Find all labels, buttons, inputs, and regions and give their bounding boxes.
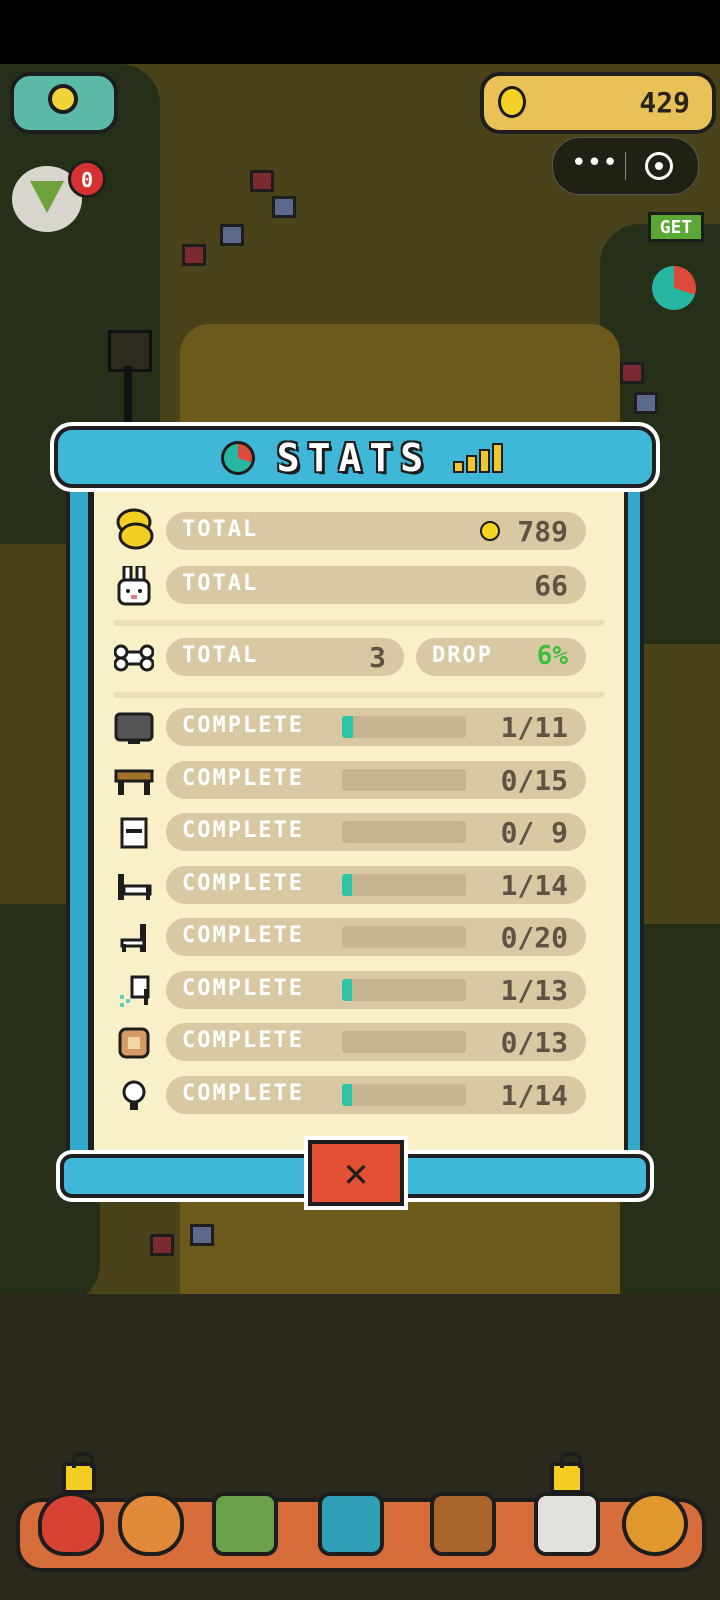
collection-row: COMPLETE 1/11: [114, 708, 604, 748]
shiba-icon: [118, 1492, 184, 1556]
drop-rate-pill: DROP 6%: [416, 638, 586, 676]
complete-label: COMPLETE: [182, 975, 304, 1001]
rabbit-icon: [114, 564, 154, 606]
tv-icon: [114, 712, 154, 744]
total-rabbits-row: TOTAL 66: [114, 564, 604, 606]
drop-rate-value: 6%: [536, 641, 568, 671]
shield-icon: [30, 181, 64, 213]
cabinet-icon: [114, 817, 154, 849]
collection-row: COMPLETE 0/20: [114, 918, 604, 958]
complete-count: 1/14: [500, 1078, 568, 1112]
complete-label: COMPLETE: [182, 1080, 304, 1106]
progress-bar: [342, 821, 466, 843]
box-tab[interactable]: [528, 1452, 606, 1566]
bed-icon: [114, 870, 154, 902]
stats-pie-icon: [221, 441, 256, 475]
collection-row: COMPLETE 0/15: [114, 760, 604, 801]
complete-count: 0/20: [500, 921, 568, 954]
settings-button[interactable]: [10, 72, 118, 134]
register-tab[interactable]: [206, 1484, 284, 1566]
close-miniprogram-icon[interactable]: [645, 152, 673, 180]
bottom-tab-bar: [16, 1452, 706, 1572]
more-icon[interactable]: •••: [571, 148, 618, 178]
close-icon: ✕: [343, 1150, 369, 1196]
signal-bars-icon: [452, 443, 505, 473]
progress-bar: [342, 716, 466, 738]
complete-label: COMPLETE: [182, 870, 304, 896]
complete-count: 0/ 9: [500, 816, 568, 849]
progress-fill: [342, 716, 354, 738]
complete-label: COMPLETE: [182, 1028, 304, 1053]
progress-fill: [342, 978, 352, 1001]
coin-icon: [498, 86, 526, 118]
paw-tab[interactable]: [616, 1484, 694, 1566]
progress-fill: [342, 873, 352, 896]
progress-bar: [342, 768, 466, 791]
box-icon: [534, 1492, 600, 1556]
lightbulb-icon: [114, 1080, 154, 1112]
collection-row: COMPLETE 0/ 9: [114, 813, 604, 853]
progress-fill: [342, 1083, 352, 1106]
complete-label: COMPLETE: [182, 713, 304, 738]
chair-icon: [114, 922, 154, 954]
complete-label: COMPLETE: [182, 765, 304, 791]
complete-count: 1/11: [500, 711, 568, 744]
get-button[interactable]: GET: [648, 212, 704, 242]
sofa-icon: [430, 1492, 496, 1556]
sofa-tab[interactable]: [424, 1484, 502, 1566]
camera-tab[interactable]: [312, 1484, 390, 1566]
progress-bar: [342, 1083, 466, 1106]
miniprogram-capsule: •••: [552, 137, 699, 195]
shiba-tab[interactable]: [112, 1484, 190, 1566]
notification-badge: 0: [68, 160, 106, 198]
bones-value: 3: [369, 641, 386, 674]
bones-row: TOTAL 3 DROP 6%: [113, 638, 604, 678]
heart-icon: [38, 1492, 104, 1556]
complete-count: 0/15: [500, 763, 568, 797]
collection-row: COMPLETE 1/13: [114, 970, 604, 1011]
status-bar: [0, 0, 720, 64]
progress-bar: [342, 873, 466, 896]
complete-label: COMPLETE: [182, 923, 304, 948]
camera-icon: [318, 1492, 384, 1556]
progress-bar: [342, 978, 466, 1001]
lock-icon: [62, 1452, 96, 1494]
heart-tab[interactable]: [32, 1452, 110, 1566]
collection-row: COMPLETE 1/14: [114, 1075, 604, 1116]
cash-register-icon: [212, 1492, 278, 1556]
stats-dialog: TOTAL 789 TOTAL 66 TOTAL 3 DROP 6% COMPL…: [46, 426, 664, 1212]
complete-label: COMPLETE: [182, 818, 304, 843]
shower-icon: [114, 975, 154, 1007]
table-icon: [114, 765, 154, 797]
total-coins-row: TOTAL 789: [114, 508, 604, 552]
lock-icon: [550, 1452, 584, 1494]
progress-bar: [342, 1031, 466, 1053]
gear-icon: [48, 84, 78, 114]
stats-panel: TOTAL 789 TOTAL 66 TOTAL 3 DROP 6% COMPL…: [90, 484, 628, 1158]
complete-count: 1/13: [500, 973, 568, 1007]
collection-row: COMPLETE 1/14: [114, 865, 604, 906]
coin-stack-icon: [114, 508, 154, 550]
collection-row: COMPLETE 0/13: [114, 1023, 604, 1063]
dialog-title: STATS: [276, 436, 432, 480]
complete-count: 1/14: [500, 868, 568, 902]
total-rabbits-value: 66: [534, 569, 568, 602]
bone-icon: [113, 642, 155, 674]
progress-bar: [342, 926, 466, 948]
close-button[interactable]: ✕: [308, 1140, 404, 1206]
coin-counter: 429: [480, 72, 716, 134]
rug-icon: [114, 1027, 154, 1059]
total-coins-value: 789: [517, 515, 568, 548]
complete-count: 0/13: [500, 1026, 568, 1059]
coin-icon: [480, 521, 500, 541]
coin-count: 429: [639, 86, 690, 119]
stats-header: STATS: [54, 426, 656, 488]
stats-pie-icon[interactable]: [652, 266, 696, 310]
paw-icon: [622, 1492, 688, 1556]
